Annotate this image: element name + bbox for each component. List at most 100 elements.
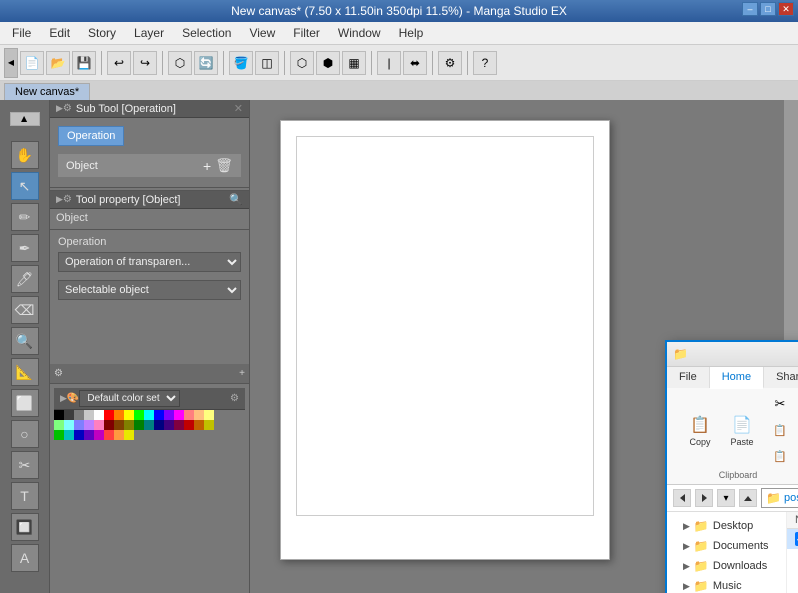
color-swatch[interactable] [114, 420, 124, 430]
color-swatch[interactable] [154, 410, 164, 420]
color-swatch[interactable] [114, 410, 124, 420]
tb-rotate[interactable]: 🔄 [194, 51, 218, 75]
fe-up-button[interactable] [739, 489, 757, 507]
color-swatch[interactable] [84, 410, 94, 420]
fe-paste-shortcut-button[interactable]: 📋 [765, 444, 795, 468]
color-swatch[interactable] [124, 430, 134, 440]
tool-measure[interactable]: 📐 [11, 358, 39, 386]
tb-undo[interactable]: ↩ [107, 51, 131, 75]
tool-ellipse[interactable]: ○ [11, 420, 39, 448]
color-swatch[interactable] [64, 420, 74, 430]
tb-line2[interactable]: ⬌ [403, 51, 427, 75]
menu-story[interactable]: Story [80, 24, 124, 42]
color-swatch[interactable] [174, 410, 184, 420]
fe-recent-button[interactable]: ▾ [717, 489, 735, 507]
color-swatch[interactable] [104, 420, 114, 430]
tb-pen3[interactable]: ▦ [342, 51, 366, 75]
tool-zoom[interactable]: 🔍 [11, 327, 39, 355]
color-swatch[interactable] [104, 430, 114, 440]
tool-ink[interactable]: ✒ [11, 234, 39, 262]
color-swatch[interactable] [194, 420, 204, 430]
color-swatch[interactable] [144, 420, 154, 430]
property-search-icon[interactable]: 🔍 [229, 193, 243, 206]
color-swatch[interactable] [64, 410, 74, 420]
color-set-dropdown[interactable]: Default color set [79, 390, 180, 407]
color-swatch[interactable] [134, 410, 144, 420]
tb-transform[interactable]: ⬡ [168, 51, 192, 75]
color-swatch[interactable] [74, 410, 84, 420]
tool-eraser[interactable]: ⌫ [11, 296, 39, 324]
color-swatch[interactable] [74, 420, 84, 430]
fe-paste-button[interactable]: 📄 Paste [723, 410, 761, 450]
color-swatch[interactable] [74, 430, 84, 440]
tool-rect[interactable]: ⬜ [11, 389, 39, 417]
color-swatch[interactable] [184, 420, 194, 430]
color-swatch[interactable] [194, 410, 204, 420]
menu-view[interactable]: View [241, 24, 283, 42]
tb-gradient[interactable]: ◫ [255, 51, 279, 75]
tb-settings[interactable]: ⚙ [438, 51, 462, 75]
tool-brush[interactable]: 🖊 [11, 265, 39, 293]
fe-cut-button[interactable]: ✂ [765, 392, 795, 416]
color-swatch[interactable] [94, 410, 104, 420]
sidebar-item-desktop[interactable]: ▶ 📁 Desktop [667, 516, 786, 536]
tb-pen2[interactable]: ⬢ [316, 51, 340, 75]
selectable-dropdown[interactable]: Selectable object [58, 280, 241, 300]
fe-tab-share[interactable]: Share [764, 367, 798, 388]
fe-address-bar[interactable]: 📁 poseA... › animals ▾ [761, 488, 798, 508]
color-swatch[interactable] [144, 410, 154, 420]
color-swatch[interactable] [174, 420, 184, 430]
menu-help[interactable]: Help [391, 24, 432, 42]
fe-copy-button[interactable]: 📋 Copy [681, 410, 719, 450]
color-swatch[interactable] [164, 420, 174, 430]
operation-button[interactable]: Operation [58, 126, 124, 146]
color-swatch[interactable] [84, 430, 94, 440]
tb-save[interactable]: 💾 [72, 51, 96, 75]
color-settings-icon[interactable]: ⚙ [230, 393, 239, 404]
color-swatch[interactable] [204, 410, 214, 420]
color-swatch[interactable] [54, 420, 64, 430]
tb-open[interactable]: 📂 [46, 51, 70, 75]
color-swatch[interactable] [94, 430, 104, 440]
panel-collapse-top[interactable]: ◀ [10, 112, 40, 126]
fe-tab-file[interactable]: File [667, 367, 710, 388]
minimize-button[interactable]: – [742, 2, 758, 16]
toolbar-collapse[interactable]: ◀ [4, 48, 18, 78]
tab-new-canvas[interactable]: New canvas* [4, 83, 90, 100]
color-swatch[interactable] [54, 430, 64, 440]
fe-copy-path-button[interactable]: 📋 [765, 418, 795, 442]
fe-tab-home[interactable]: Home [710, 367, 764, 389]
tool-text[interactable]: T [11, 482, 39, 510]
color-swatch[interactable] [164, 410, 174, 420]
menu-filter[interactable]: Filter [285, 24, 328, 42]
fe-file-row[interactable]: 📄 bcScottishHinde LO.obj [787, 529, 798, 549]
tb-pen1[interactable]: ⬡ [290, 51, 314, 75]
tool-hand[interactable]: ✋ [11, 141, 39, 169]
color-swatch[interactable] [204, 420, 214, 430]
trash-icon[interactable]: 🗑 [215, 157, 233, 174]
color-swatch[interactable] [84, 420, 94, 430]
tool-crop[interactable]: ✂ [11, 451, 39, 479]
color-swatch[interactable] [54, 410, 64, 420]
color-swatch[interactable] [154, 420, 164, 430]
color-swatch[interactable] [104, 410, 114, 420]
menu-file[interactable]: File [4, 24, 39, 42]
color-swatch[interactable] [124, 410, 134, 420]
panel-add-icon[interactable]: + [239, 368, 245, 379]
tool-select[interactable]: ↖ [11, 172, 39, 200]
color-swatch[interactable] [114, 430, 124, 440]
fe-address-part1[interactable]: poseA... [784, 492, 798, 504]
panel-settings-icon[interactable]: ⚙ [54, 368, 63, 379]
color-swatch[interactable] [134, 420, 144, 430]
sidebar-item-downloads[interactable]: ▶ 📁 Downloads [667, 556, 786, 576]
tool-frame[interactable]: 🔲 [11, 513, 39, 541]
color-swatch[interactable] [124, 420, 134, 430]
close-button[interactable]: ✕ [778, 2, 794, 16]
menu-selection[interactable]: Selection [174, 24, 239, 42]
tb-new[interactable]: 📄 [20, 51, 44, 75]
tb-help[interactable]: ? [473, 51, 497, 75]
operation-dropdown[interactable]: Operation of transparen... [58, 252, 241, 272]
add-icon[interactable]: + [203, 158, 211, 174]
menu-layer[interactable]: Layer [126, 24, 172, 42]
color-swatch[interactable] [64, 430, 74, 440]
